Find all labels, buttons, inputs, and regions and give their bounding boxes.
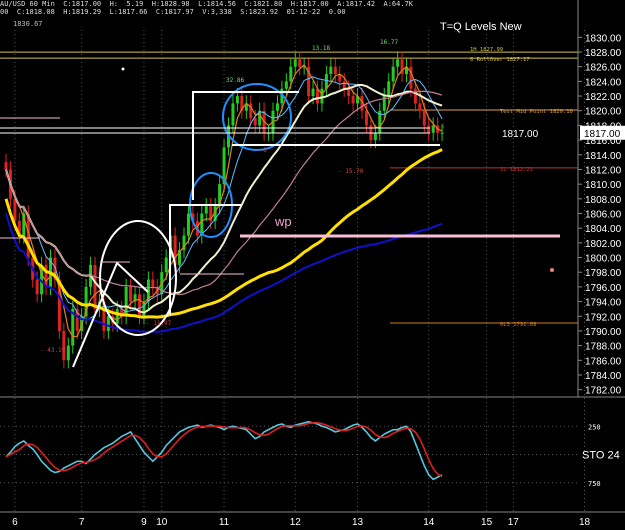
candle-body — [320, 88, 324, 104]
candle-body — [66, 345, 70, 361]
data-label: - 8 — [256, 147, 267, 154]
candle-body — [413, 88, 417, 104]
candle-body — [253, 118, 257, 126]
candle-body — [298, 59, 302, 67]
candle-body — [164, 257, 168, 273]
candle-body — [342, 81, 346, 89]
price-tick-label: 1790.00 — [585, 327, 622, 338]
price-tick-label: 1814.00 — [585, 151, 622, 162]
x-tick-label: 7 — [79, 517, 85, 528]
x-tick-label: 14 — [423, 517, 435, 528]
candle-body — [35, 279, 39, 295]
marker-dot — [121, 67, 125, 71]
price-chart[interactable]: 6 7 9 10 11 12 13 14 15 17 18 1H 1827.99 0 RollOver… — [0, 0, 625, 530]
candle-body — [284, 81, 288, 89]
level-label: 1L 1812.21 — [500, 167, 533, 173]
last-price-label: 1817.00 — [584, 129, 621, 140]
price-tick-label: 1826.00 — [585, 63, 622, 74]
marker-dot — [550, 268, 554, 272]
price-tick-label: 1810.00 — [585, 180, 622, 191]
candle-body — [129, 286, 133, 302]
price-tick-label: 1800.00 — [585, 254, 622, 265]
data-label: -- 6 — [430, 123, 445, 130]
price-tick-label: 1802.00 — [585, 239, 622, 250]
candle-body — [440, 132, 444, 134]
candle-body — [347, 88, 351, 97]
x-tick-label: 10 — [156, 517, 168, 528]
data-label: - 43.19 — [40, 347, 66, 354]
candle-body — [13, 198, 17, 221]
candle-body — [418, 103, 422, 111]
price-tick-label: 1828.00 — [585, 48, 622, 59]
candle-body — [115, 308, 119, 324]
candle-body — [364, 110, 368, 126]
stoch-level-label: 250 — [588, 423, 601, 431]
price-tick-label: 1784.00 — [585, 371, 622, 382]
candle-body — [235, 96, 239, 104]
candle-body — [289, 66, 293, 82]
data-label: - 15.70 — [338, 168, 364, 175]
x-tick-label: 13 — [352, 517, 364, 528]
price-tick-label: 1798.00 — [585, 268, 622, 279]
data-label: 32.86 — [226, 77, 244, 84]
x-tick-label: 9 — [141, 517, 147, 528]
candle-body — [231, 103, 235, 126]
price-tick-label: 1806.00 — [585, 210, 622, 221]
candle-body — [106, 316, 110, 331]
data-label: 16.77 — [380, 39, 398, 46]
level-label: 0L3 1791.08 — [500, 322, 536, 328]
candle-body — [4, 162, 8, 170]
x-tick-label: 6 — [12, 517, 18, 528]
price-tick-label: 1830.00 — [585, 33, 622, 44]
price-tick-label: 1822.00 — [585, 92, 622, 103]
price-tick-label: 1788.00 — [585, 342, 622, 353]
chart-window: AU/USD 60 Min C:1817.00 H: 5.19 H:1828.9… — [0, 0, 625, 530]
stoch-level-label: 750 — [588, 480, 601, 488]
candle-body — [329, 66, 333, 75]
price-tick-label: 1796.00 — [585, 283, 622, 294]
candle-body — [275, 103, 279, 111]
candle-body — [333, 66, 337, 75]
candle-body — [351, 96, 355, 104]
candle-body — [93, 264, 97, 309]
price-tick-label: 1792.00 — [585, 312, 622, 323]
candle-body — [186, 213, 190, 236]
chart-title: T=Q Levels New — [440, 21, 522, 33]
x-tick-label: 11 — [219, 517, 230, 528]
x-tick-label: 15 — [481, 517, 493, 528]
level-label: 0 RollOver 1827.17 — [470, 57, 530, 63]
x-tick-label: 17 — [508, 517, 520, 528]
candle-body — [396, 59, 400, 67]
price-tick-label: 1808.00 — [585, 195, 622, 206]
candle-body — [293, 59, 297, 67]
candle-body — [373, 132, 377, 141]
candle-body — [387, 81, 391, 97]
candle-body — [62, 330, 66, 361]
x-tick-label: 18 — [579, 517, 591, 528]
price-tick-label: 1794.00 — [585, 298, 622, 309]
x-tick-label: 12 — [290, 517, 302, 528]
price-tick-label: 1824.00 — [585, 77, 622, 88]
candle-body — [204, 206, 208, 214]
level-label: Test Mid Point 1820.10 — [500, 109, 573, 115]
price-tick-label: 1804.00 — [585, 224, 622, 235]
candle-body — [311, 88, 315, 97]
price-tick-label: 1786.00 — [585, 356, 622, 367]
data-label: - 11.97 — [146, 320, 172, 327]
price-tick-label: 1812.00 — [585, 165, 622, 176]
data-label: 13.18 — [312, 45, 330, 52]
candle-body — [391, 66, 395, 82]
overlay-price-label: 1817.00 — [502, 129, 539, 140]
stoch-name-label: STO 24 — [582, 450, 620, 462]
candle-body — [422, 110, 426, 126]
candle-body — [138, 294, 141, 317]
price-tick-label: 1820.00 — [585, 107, 622, 118]
price-tick-label: 1782.00 — [585, 386, 622, 397]
candle-body — [151, 279, 155, 287]
wp-label: wp — [274, 214, 292, 229]
level-label: 1H 1827.99 — [470, 47, 503, 53]
